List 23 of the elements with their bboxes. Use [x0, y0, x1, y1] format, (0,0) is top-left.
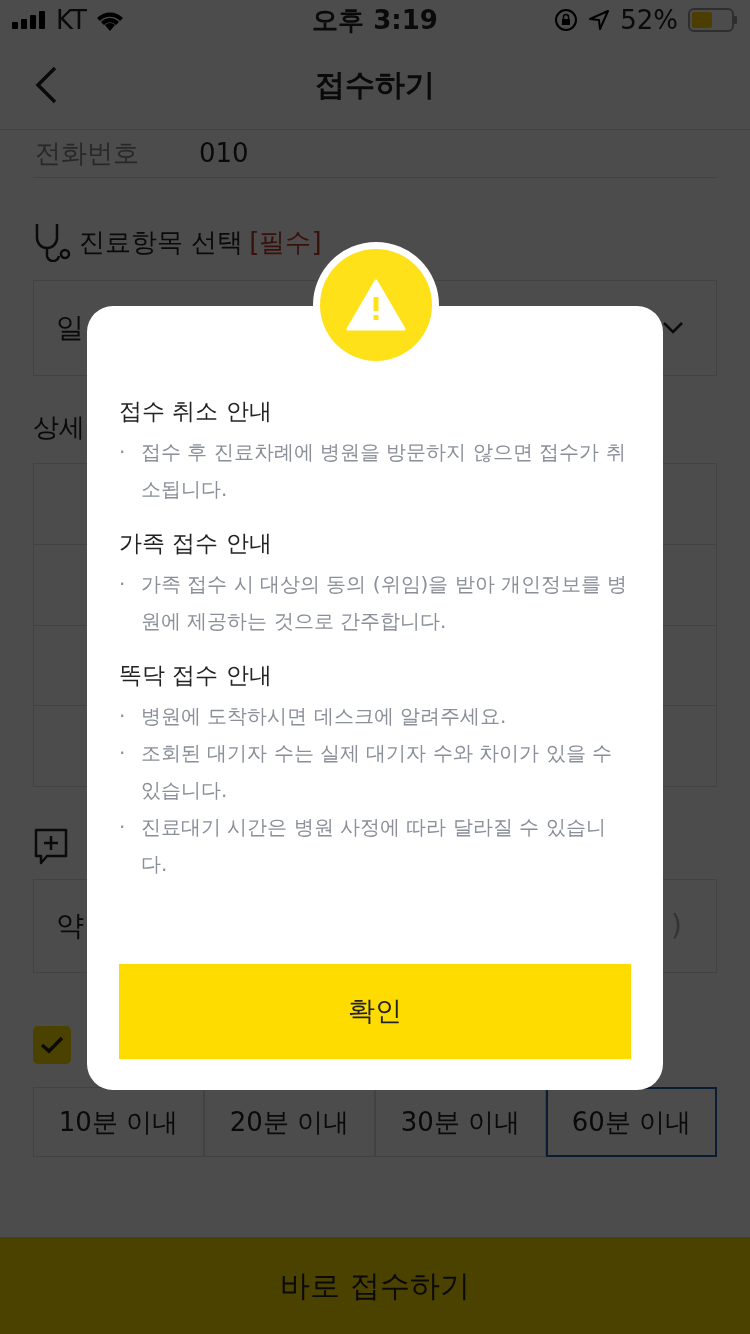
- phone-value: 010: [199, 137, 249, 170]
- page-title: 접수하기: [315, 66, 435, 104]
- section-title: 상세: [33, 412, 85, 442]
- bullet: ·: [119, 814, 127, 841]
- bullet: ·: [119, 703, 127, 730]
- bullet: ·: [119, 439, 127, 466]
- clock-text: 오후 3:19: [311, 3, 439, 37]
- battery-percent: 52%: [620, 3, 678, 37]
- bullet: ·: [119, 740, 127, 767]
- section-title: 진료항목 선택: [79, 225, 244, 259]
- notice-text: 병원에 도착하시면 데스크에 알려주세요.: [141, 703, 508, 730]
- bullet: ·: [119, 571, 127, 598]
- notice-title: 똑닥 접수 안내: [119, 661, 273, 690]
- notice-text: 진료대기 시간은 병원 사정에 따라 달라질 수 있습니다.: [141, 814, 607, 878]
- carrier-label: KT: [56, 3, 87, 37]
- notice-title: 가족 접수 안내: [119, 529, 273, 558]
- notice-title: 접수 취소 안내: [119, 397, 273, 426]
- warning-icon: [346, 279, 406, 331]
- required-tag: [필수]: [249, 222, 322, 262]
- notice-text: 가족 접수 시 대상의 동의 (위임)을 받아 개인정보를 병원에 제공하는 것으로 간주합니다.: [141, 571, 629, 635]
- notice-text: 접수 후 진료차례에 병원을 방문하지 않으면 접수가 취소됩니다.: [141, 439, 627, 503]
- notice-text: 조회된 대기자 수는 실제 대기자 수와 차이가 있을 수 있습니다.: [141, 740, 613, 804]
- confirm-button[interactable]: 확인: [119, 964, 631, 1059]
